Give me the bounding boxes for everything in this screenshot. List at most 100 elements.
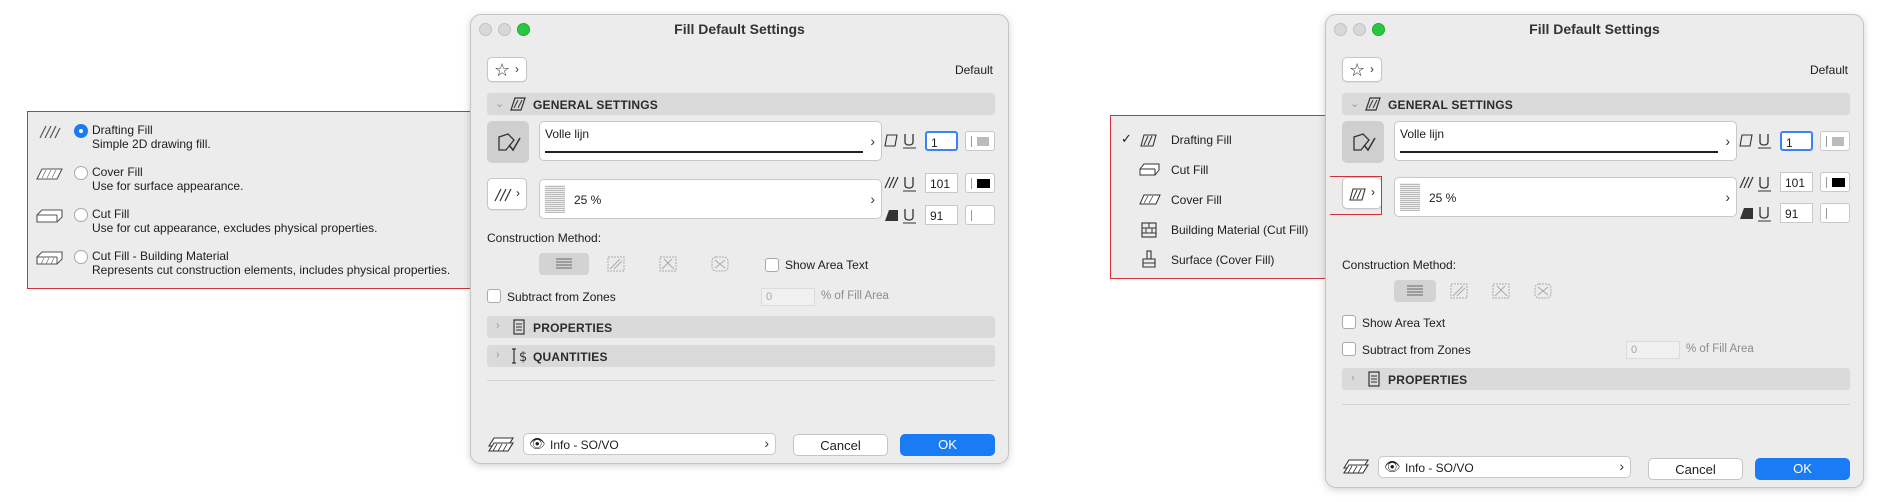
swatch-divider [971,136,972,147]
fill-area-label: % of Fill Area [1686,343,1754,355]
construction-method-grid[interactable] [1480,280,1522,302]
foreground-pen-input[interactable]: 101 [1780,172,1813,192]
chevron-down-icon: ⌄ [1350,98,1360,110]
line-type-selector[interactable]: Volle lijn › [1394,121,1737,161]
cut-fill-radio[interactable] [74,208,88,222]
pattern-swatch [1400,183,1420,211]
construction-method-grid[interactable] [643,253,693,275]
show-area-text-checkbox[interactable] [765,258,779,272]
swatch-fill [1832,137,1844,146]
pen-color-swatch[interactable] [1820,131,1850,151]
star-icon: ☆ [1349,60,1366,80]
menu-item-surface[interactable]: Surface (Cover Fill) [1111,248,1329,272]
drafting-fill-radio[interactable] [74,124,88,138]
chevron-right-icon: › [496,349,500,361]
show-area-text-checkbox[interactable] [1342,315,1356,329]
foreground-color-swatch[interactable] [965,173,995,193]
general-settings-header[interactable]: ⌄ GENERAL SETTINGS [1342,93,1850,115]
line-sample [545,151,863,153]
window-title: Fill Default Settings [1529,21,1660,37]
layer-name: Info - SO/VO [1405,461,1474,475]
background-pen-icon [1740,207,1771,222]
title-bar[interactable]: Fill Default Settings [471,15,1008,43]
construction-method-dense[interactable] [695,253,745,275]
background-color-swatch[interactable] [965,205,995,225]
background-pen-input[interactable]: 91 [925,205,958,225]
menu-item-label: Drafting Fill [1171,133,1232,147]
fill-type-icon-button[interactable] [487,121,529,163]
fill-option-building-material[interactable]: Cut Fill - Building Material Represents … [28,248,478,282]
line-type-selector[interactable]: Volle lijn › [539,121,882,161]
fill-settings-dialog-left: Fill Default Settings ☆ › Default ⌄ GENE… [470,14,1009,464]
foreground-pen-input[interactable]: 101 [925,173,958,193]
ok-button[interactable]: OK [900,434,995,456]
pen-color-swatch[interactable] [965,131,995,151]
layer-selector[interactable]: 👁 Info - SO/VO › [523,433,776,455]
menu-item-cut-fill[interactable]: Cut Fill [1111,158,1329,182]
ok-button[interactable]: OK [1755,458,1850,480]
fill-option-cover[interactable]: Cover Fill Use for surface appearance. [28,164,478,198]
show-area-text-label: Show Area Text [785,258,869,272]
hatch-icon [607,256,625,272]
swatch-divider [971,178,972,189]
construction-method-basic[interactable] [1394,280,1436,302]
building-material-radio[interactable] [74,250,88,264]
properties-header[interactable]: › PROPERTIES [1342,368,1850,390]
line-type-label: Volle lijn [545,127,590,141]
menu-item-drafting-fill[interactable]: ✓ Drafting Fill [1111,128,1329,152]
fill-type-icon-button[interactable] [1342,121,1384,163]
line-pen-icon [884,134,916,149]
cancel-button[interactable]: Cancel [793,434,888,456]
construction-method-hatched[interactable] [1438,280,1480,302]
background-color-swatch[interactable] [1820,203,1850,223]
zone-percent-input[interactable]: 0 [761,288,815,306]
subtract-zones-checkbox[interactable] [487,289,501,303]
foreground-pen-icon [884,176,916,192]
fill-category-button[interactable]: › [487,178,527,210]
construction-method-hatched[interactable] [591,253,641,275]
grid-pattern-icon [659,256,677,272]
menu-item-label: Building Material (Cut Fill) [1171,223,1309,237]
background-pen-input[interactable]: 91 [1780,203,1813,223]
zone-percent-input[interactable]: 0 [1626,341,1680,359]
foreground-color-swatch[interactable] [1820,172,1850,192]
cover-fill-icon [36,168,63,180]
fill-pattern-selector[interactable]: 25 % › [539,179,882,219]
pen-number-input[interactable]: 1 [925,131,958,151]
fill-option-desc: Use for cut appearance, excludes physica… [92,221,378,235]
subtract-zones-label: Subtract from Zones [1362,343,1471,357]
title-bar[interactable]: Fill Default Settings [1326,15,1863,43]
favorites-button[interactable]: ☆ › [487,57,527,82]
menu-item-label: Cover Fill [1171,193,1222,207]
favorites-button[interactable]: ☆ › [1342,57,1382,82]
callout-connector [1330,176,1382,215]
pattern-label: 25 % [1429,191,1457,205]
cover-fill-radio[interactable] [74,166,88,180]
fill-option-cut[interactable]: Cut Fill Use for cut appearance, exclude… [28,206,478,240]
swatch-divider [1826,177,1827,188]
fill-pattern-selector[interactable]: 25 % › [1394,177,1737,217]
quantities-header[interactable]: › $ QUANTITIES [487,345,995,367]
fill-option-desc: Represents cut construction elements, in… [92,263,451,277]
general-settings-label: GENERAL SETTINGS [533,98,658,112]
menu-item-cover-fill[interactable]: Cover Fill [1111,188,1329,212]
cancel-button[interactable]: Cancel [1648,458,1743,480]
construction-method-label: Construction Method: [487,231,602,245]
fill-option-desc: Use for surface appearance. [92,179,244,193]
properties-header[interactable]: › PROPERTIES [487,316,995,338]
chevron-down-icon: ⌄ [495,98,505,110]
line-sample [1400,151,1718,153]
chevron-right-icon: › [516,186,520,200]
menu-item-building-material[interactable]: Building Material (Cut Fill) [1111,218,1329,242]
layer-selector[interactable]: 👁 Info - SO/VO › [1378,456,1631,478]
construction-method-dense[interactable] [1522,280,1564,302]
pen-number-input[interactable]: 1 [1780,131,1813,151]
subtract-zones-checkbox[interactable] [1342,342,1356,356]
dense-pattern-icon [1534,283,1552,299]
chevron-right-icon: › [764,435,769,451]
swatch-fill [1832,178,1845,187]
construction-method-basic[interactable] [539,253,589,275]
subtract-zones-label: Subtract from Zones [507,290,616,304]
fill-option-drafting[interactable]: Drafting Fill Simple 2D drawing fill. [28,122,478,156]
general-settings-header[interactable]: ⌄ GENERAL SETTINGS [487,93,995,115]
